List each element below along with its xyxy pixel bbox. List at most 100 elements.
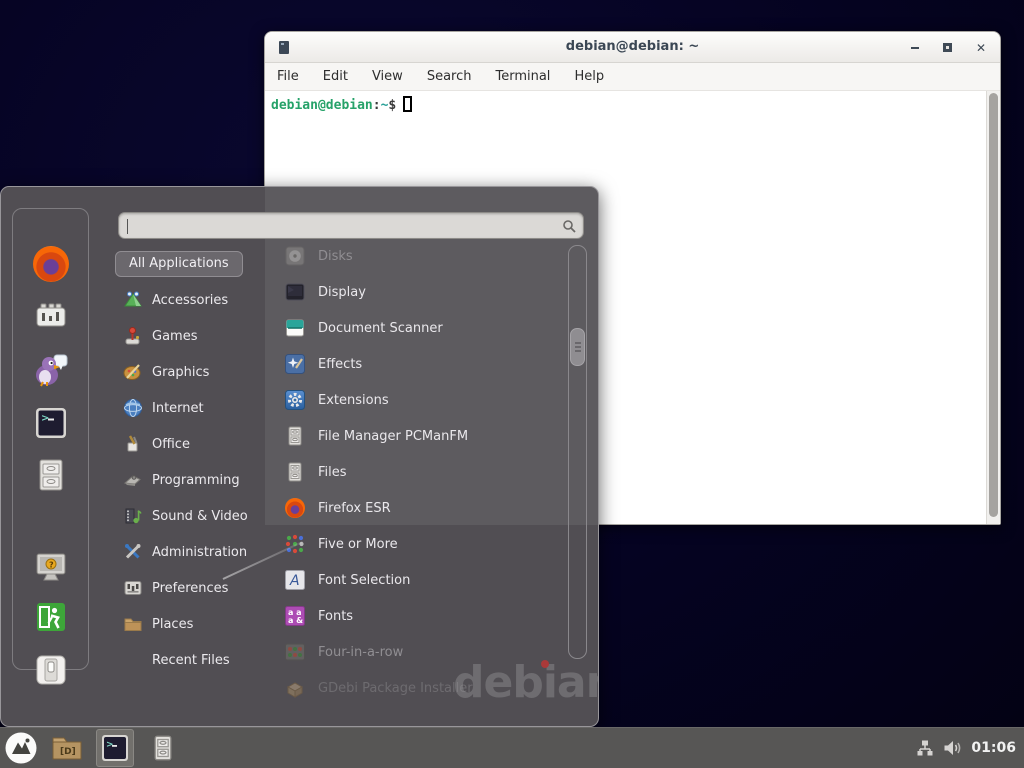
favorite-firefox[interactable] — [33, 246, 69, 282]
graphics-icon — [123, 362, 143, 382]
document-scanner-icon — [285, 318, 305, 338]
programming-icon — [123, 470, 143, 490]
gdebi-icon — [285, 678, 305, 698]
favorite-files[interactable] — [33, 457, 69, 493]
places-folder-icon — [123, 614, 143, 634]
search-box[interactable] — [118, 212, 584, 239]
app-document-scanner[interactable]: Document Scanner — [285, 310, 570, 346]
search-input[interactable] — [127, 215, 547, 236]
effects-icon — [285, 354, 305, 374]
svg-text:a &: a & — [288, 616, 303, 625]
taskbar-item-files[interactable] — [144, 729, 182, 767]
app-files[interactable]: Files — [285, 454, 570, 490]
internet-icon — [123, 398, 143, 418]
start-menu: debian — [0, 186, 599, 727]
terminal-scrollbar-thumb[interactable] — [989, 93, 998, 517]
firefox-icon — [33, 246, 69, 282]
category-list: All Applications Accessories Gam — [115, 246, 275, 678]
four-in-a-row-icon — [285, 642, 305, 662]
disks-icon — [285, 246, 305, 266]
pidgin-icon — [33, 352, 69, 388]
category-sound-video[interactable]: Sound & Video — [115, 498, 275, 534]
menu-terminal[interactable]: Terminal — [495, 69, 550, 84]
app-list-scrollbar-thumb[interactable] — [570, 328, 585, 366]
app-firefox-esr[interactable]: Firefox ESR — [285, 490, 570, 526]
taskbar-item-file-manager[interactable]: [D] — [48, 729, 86, 767]
network-icon[interactable] — [916, 739, 934, 757]
app-display[interactable]: Display — [285, 274, 570, 310]
menu-button[interactable] — [3, 731, 38, 766]
shutdown-icon — [33, 652, 69, 688]
favorite-lock-screen[interactable]: ? — [33, 549, 69, 585]
maximize-button[interactable] — [943, 43, 952, 52]
menu-logo-icon — [4, 731, 38, 765]
terminal-titlebar[interactable]: debian@debian: ~ ✕ — [265, 32, 1000, 63]
category-recent-files[interactable]: Recent Files — [115, 642, 275, 678]
terminal-menubar: File Edit View Search Terminal Help — [265, 63, 1000, 91]
terminal-cursor — [403, 96, 412, 112]
menu-help[interactable]: Help — [574, 69, 604, 84]
lock-screen-icon: ? — [33, 549, 69, 585]
category-internet[interactable]: Internet — [115, 390, 275, 426]
favorite-logout[interactable] — [33, 599, 69, 635]
favorite-terminal[interactable]: > — [33, 405, 69, 441]
menu-view[interactable]: View — [372, 69, 403, 84]
app-list-scrollbar[interactable] — [568, 245, 587, 659]
category-games[interactable]: Games — [115, 318, 275, 354]
category-preferences[interactable]: Preferences — [115, 570, 275, 606]
extensions-icon — [285, 390, 305, 410]
sound-video-icon — [123, 506, 143, 526]
control-center-icon — [33, 299, 69, 335]
app-four-in-a-row[interactable]: Four-in-a-row — [285, 634, 570, 670]
favorite-shutdown[interactable] — [33, 652, 69, 688]
favorite-pidgin[interactable] — [33, 352, 69, 388]
menu-search[interactable]: Search — [427, 69, 472, 84]
menu-edit[interactable]: Edit — [323, 69, 348, 84]
category-places[interactable]: Places — [115, 606, 275, 642]
games-icon — [123, 326, 143, 346]
category-all-applications[interactable]: All Applications — [115, 246, 275, 282]
administration-icon — [123, 542, 143, 562]
app-gdebi-package-installer[interactable]: GDebi Package Installer — [285, 670, 570, 706]
volume-icon[interactable] — [943, 739, 962, 757]
office-icon — [123, 434, 143, 454]
file-cabinet-icon — [150, 734, 176, 762]
terminal-icon: > — [33, 405, 69, 441]
font-selection-icon: A — [285, 570, 305, 590]
app-effects[interactable]: Effects — [285, 346, 570, 382]
logout-icon — [33, 599, 69, 635]
svg-text:?: ? — [49, 561, 54, 570]
clock[interactable]: 01:06 — [971, 740, 1016, 756]
app-disks[interactable]: Disks — [285, 238, 570, 274]
folder-icon: [D] — [51, 735, 83, 762]
category-accessories[interactable]: Accessories — [115, 282, 275, 318]
firefox-icon — [285, 498, 305, 518]
category-office[interactable]: Office — [115, 426, 275, 462]
display-icon — [285, 282, 305, 302]
search-icon — [562, 219, 576, 233]
minimize-button[interactable] — [911, 47, 919, 49]
menu-file[interactable]: File — [277, 69, 299, 84]
app-file-manager-pcmanfm[interactable]: File Manager PCManFM — [285, 418, 570, 454]
svg-text:A: A — [289, 573, 300, 589]
app-font-selection[interactable]: A Font Selection — [285, 562, 570, 598]
favorite-control-center[interactable] — [33, 299, 69, 335]
taskbar-item-terminal[interactable]: > — [96, 729, 134, 767]
app-extensions[interactable]: Extensions — [285, 382, 570, 418]
terminal-icon: > — [101, 734, 129, 762]
accessories-icon — [123, 290, 143, 310]
file-cabinet-icon — [33, 457, 69, 493]
category-programming[interactable]: Programming — [115, 462, 275, 498]
prompt-user-host: debian@debian — [271, 98, 373, 113]
close-button[interactable]: ✕ — [976, 43, 986, 53]
category-graphics[interactable]: Graphics — [115, 354, 275, 390]
shell-prompt: debian@debian:~$ — [271, 96, 412, 113]
file-cabinet-icon — [285, 426, 305, 446]
preferences-icon — [123, 578, 143, 598]
app-fonts[interactable]: a a a & Fonts — [285, 598, 570, 634]
terminal-scrollbar[interactable] — [986, 91, 1000, 524]
application-list: Disks Display Document Scanner — [285, 238, 570, 706]
file-cabinet-icon — [285, 462, 305, 482]
desktop: debian@debian: ~ ✕ File Edit View Search… — [0, 0, 1024, 768]
app-five-or-more[interactable]: Five or More — [285, 526, 570, 562]
